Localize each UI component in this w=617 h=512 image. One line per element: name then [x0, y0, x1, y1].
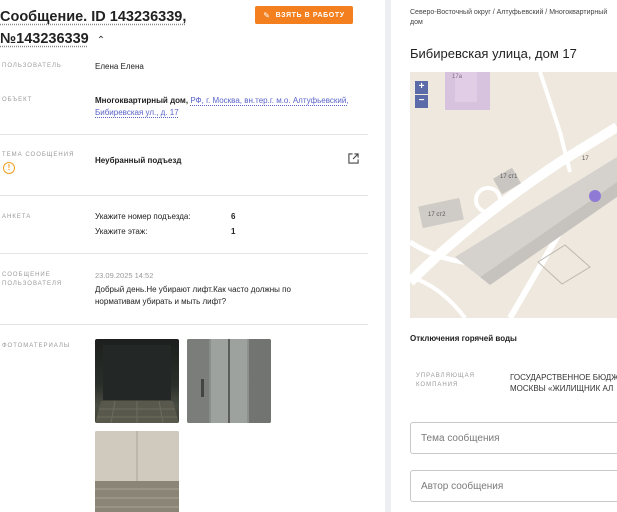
map-label: 17	[582, 156, 589, 162]
address-title: Бибиревская улица, дом 17	[410, 46, 577, 61]
form-question-2: Укажите этаж:	[95, 227, 148, 236]
message-label: СООБЩЕНИЕ ПОЛЬЗОВАТЕЛЯ	[2, 272, 63, 287]
author-field[interactable]	[410, 470, 617, 502]
topic-field[interactable]	[410, 422, 617, 454]
map-label: 17а	[452, 74, 463, 80]
object-label: ОБЪЕКТ	[2, 97, 33, 103]
company-value: ГОСУДАРСТВЕННОЕ БЮДЖ МОСКВЫ «ЖИЛИЩНИК АЛ	[510, 373, 617, 393]
company-label: УПРАВЛЯЮЩАЯ КОМПАНИЯ	[416, 373, 475, 388]
divider	[0, 195, 368, 196]
zoom-in-button[interactable]: +	[415, 81, 428, 94]
message-panel: Сообщение. ID 143236339, №143236339 ⌃ ✎ …	[0, 0, 383, 512]
user-value: Елена Елена	[95, 62, 144, 71]
object-type: Многоквартирный дом,	[95, 96, 189, 105]
title-number: №143236339	[0, 31, 89, 47]
photo-thumbnail[interactable]	[95, 339, 179, 423]
message-date: 23.09.2025 14:52	[95, 271, 154, 280]
title-prefix: Сообщение. ID 143236339,	[0, 9, 187, 25]
photo-thumbnail[interactable]	[95, 431, 179, 512]
map-label: 17 ст1	[500, 174, 518, 180]
photos-label: ФОТОМАТЕРИАЛЫ	[2, 343, 71, 349]
form-question-1: Укажите номер подъезда:	[95, 212, 191, 221]
external-link-icon[interactable]	[348, 153, 359, 164]
divider	[0, 253, 368, 254]
page-title: Сообщение. ID 143236339, №143236339 ⌃	[0, 6, 240, 52]
take-to-work-label: ВЗЯТЬ В РАБОТУ	[275, 11, 345, 19]
photo-thumbnail[interactable]	[187, 339, 271, 423]
pencil-icon: ✎	[263, 10, 271, 20]
author-input[interactable]	[411, 471, 617, 501]
map-label: 17 ст2	[428, 212, 446, 218]
topic-label: ТЕМА СООБЩЕНИЯ	[2, 152, 75, 158]
divider	[0, 324, 368, 325]
topic-input[interactable]	[411, 423, 617, 453]
chevron-up-icon[interactable]: ⌃	[97, 30, 105, 52]
divider	[0, 134, 368, 135]
object-value: Многоквартирный дом, РФ, г. Москва, вн.т…	[95, 95, 370, 119]
topic-value: Неубранный подъезд	[95, 156, 182, 165]
map[interactable]: 17а 17 ст1 17 ст2 17 + −	[410, 72, 617, 318]
form-answer-1: 6	[231, 212, 236, 221]
map-canvas[interactable]: 17а 17 ст1 17 ст2 17	[410, 72, 617, 318]
hot-water-title: Отключения горячей воды	[410, 334, 517, 343]
take-to-work-button[interactable]: ✎ ВЗЯТЬ В РАБОТУ	[255, 6, 353, 24]
form-answer-2: 1	[231, 227, 236, 236]
breadcrumb: Северо-Восточный округ / Алтуфьевский / …	[410, 9, 608, 26]
message-text: Добрый день.Не убирают лифт.Как часто до…	[95, 285, 291, 306]
object-panel: Северо-Восточный округ / Алтуфьевский / …	[391, 0, 617, 512]
warning-icon: !	[3, 162, 15, 174]
user-label: ПОЛЬЗОВАТЕЛЬ	[2, 63, 62, 69]
zoom-out-button[interactable]: −	[415, 95, 428, 108]
form-label: АНКЕТА	[2, 214, 32, 220]
